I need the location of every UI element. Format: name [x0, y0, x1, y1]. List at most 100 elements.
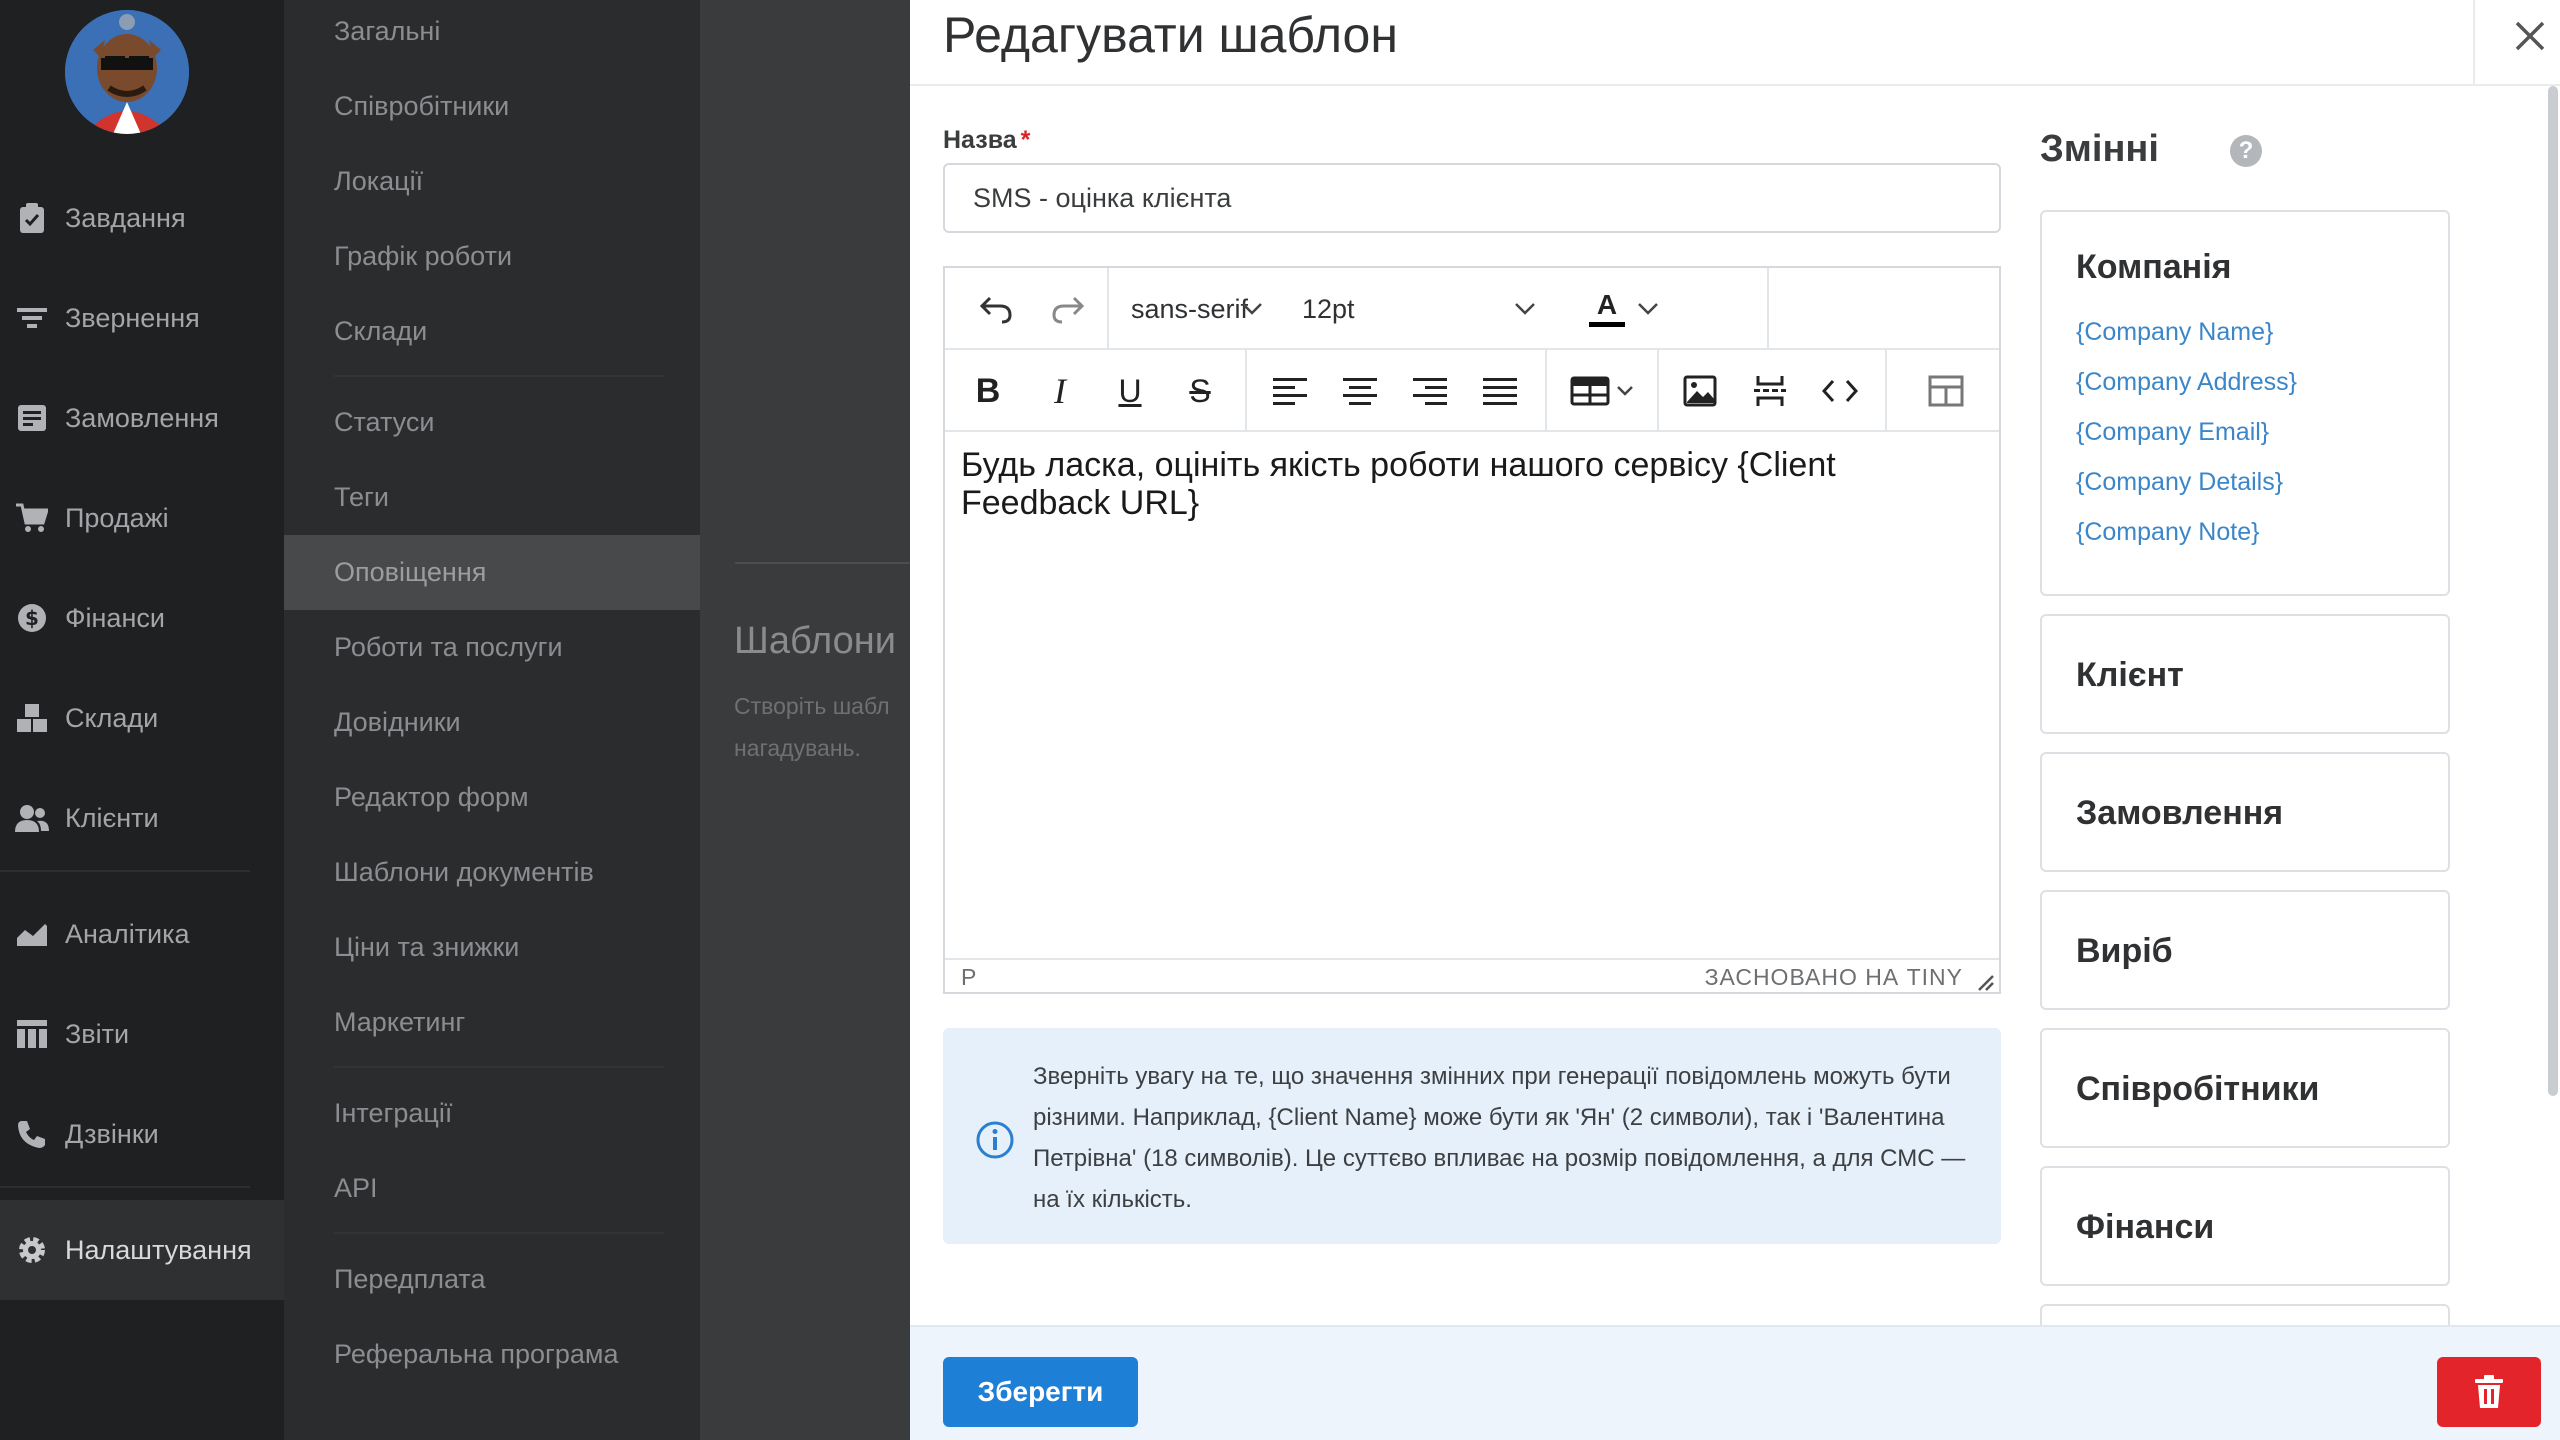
page-break-button[interactable]: [1745, 366, 1795, 416]
variable-company-details[interactable]: {Company Details}: [2076, 468, 2283, 497]
nav-item-label: Замовлення: [65, 402, 219, 433]
variable-company-address[interactable]: {Company Address}: [2076, 368, 2297, 397]
nav-item-calls[interactable]: Дзвінки: [0, 1084, 284, 1184]
variable-company-email[interactable]: {Company Email}: [2076, 418, 2269, 447]
close-button[interactable]: [2500, 6, 2560, 66]
bold-button[interactable]: B: [963, 366, 1013, 416]
users-icon: [15, 801, 49, 835]
settings-item-employees[interactable]: Співробітники: [284, 69, 700, 144]
settings-item-locations[interactable]: Локації: [284, 144, 700, 219]
nav-item-label: Склади: [65, 702, 159, 733]
table-icon: [1570, 376, 1633, 406]
settings-item-api[interactable]: API: [284, 1151, 700, 1226]
variable-group-product[interactable]: Виріб: [2040, 890, 2450, 1010]
nav-item-tasks[interactable]: Завдання: [0, 168, 284, 268]
nav-item-warehouses[interactable]: Склади: [0, 668, 284, 768]
required-asterisk: *: [1020, 126, 1031, 154]
font-family-select[interactable]: sans-serif: [1131, 284, 1265, 334]
layout-grid-icon: [1928, 375, 1964, 407]
variable-company-name[interactable]: {Company Name}: [2076, 318, 2273, 347]
modal-header: Редагувати шаблон: [910, 0, 2560, 86]
help-icon[interactable]: ?: [2230, 135, 2262, 167]
variable-group-order[interactable]: Замовлення: [2040, 752, 2450, 872]
variable-company-note[interactable]: {Company Note}: [2076, 518, 2259, 547]
settings-item-label: Редактор форм: [334, 782, 529, 812]
settings-item-subscription[interactable]: Передплата: [284, 1242, 700, 1317]
element-path[interactable]: P: [961, 964, 976, 991]
settings-item-prices[interactable]: Ціни та знижки: [284, 910, 700, 985]
editor-toolbar-formatting: B I U S: [945, 350, 1999, 432]
user-avatar[interactable]: [65, 10, 189, 134]
order-card-icon: [15, 401, 49, 435]
settings-item-notifications[interactable]: Оповіщення: [284, 535, 700, 610]
justify-button[interactable]: [1475, 366, 1525, 416]
align-center-button[interactable]: [1335, 366, 1385, 416]
code-icon: [1822, 379, 1858, 403]
nav-item-settings[interactable]: Налаштування: [0, 1200, 284, 1300]
resize-handle-icon[interactable]: [1973, 970, 1995, 992]
source-code-button[interactable]: [1815, 366, 1865, 416]
settings-item-dictionaries[interactable]: Довідники: [284, 685, 700, 760]
align-right-button[interactable]: [1405, 366, 1455, 416]
align-left-button[interactable]: [1265, 366, 1315, 416]
undo-button[interactable]: [971, 284, 1021, 334]
editor-content[interactable]: Будь ласка, оцініть якість роботи нашого…: [945, 432, 1999, 952]
background-page-description: Створіть шабл нагадувань.: [734, 685, 910, 769]
nav-item-requests[interactable]: Звернення: [0, 268, 284, 368]
nav-item-reports[interactable]: Звіти: [0, 984, 284, 1084]
settings-item-label: API: [334, 1173, 378, 1203]
text-color-dropdown[interactable]: [1631, 284, 1665, 334]
align-justify-icon: [1483, 378, 1517, 405]
text-color-button[interactable]: A: [1585, 284, 1629, 334]
settings-item-schedule[interactable]: Графік роботи: [284, 219, 700, 294]
settings-item-form-editor[interactable]: Редактор форм: [284, 760, 700, 835]
strikethrough-button[interactable]: S: [1175, 366, 1225, 416]
redo-button[interactable]: [1043, 284, 1093, 334]
nav-item-analytics[interactable]: Аналітика: [0, 884, 284, 984]
variable-group-more[interactable]: [2040, 1304, 2450, 1325]
modal-scrollbar[interactable]: [2548, 86, 2558, 1096]
header-divider: [2473, 0, 2475, 86]
editor-brand-link[interactable]: ЗАСНОВАНО НА TINY: [1705, 964, 1963, 991]
settings-item-label: Графік роботи: [334, 241, 513, 271]
settings-divider: [334, 1232, 664, 1234]
nav-item-clients[interactable]: Клієнти: [0, 768, 284, 868]
template-name-input[interactable]: [943, 163, 2001, 233]
variable-group-title: Виріб: [2076, 932, 2173, 970]
settings-item-label: Локації: [334, 166, 424, 196]
filter-lines-icon: [15, 301, 49, 335]
settings-item-tags[interactable]: Теги: [284, 460, 700, 535]
delete-button[interactable]: [2437, 1357, 2541, 1427]
underline-button[interactable]: U: [1105, 366, 1155, 416]
nav-item-label: Налаштування: [65, 1234, 252, 1265]
settings-divider: [334, 1066, 664, 1068]
nav-item-label: Фінанси: [65, 602, 165, 633]
italic-button[interactable]: I: [1035, 366, 1085, 416]
settings-item-referral[interactable]: Реферальна програма: [284, 1317, 700, 1392]
insert-image-button[interactable]: [1675, 366, 1725, 416]
nav-item-label: Клієнти: [65, 802, 159, 833]
table-button[interactable]: [1565, 366, 1645, 416]
undo-icon: [979, 296, 1012, 324]
settings-item-integrations[interactable]: Інтеграції: [284, 1076, 700, 1151]
nav-item-finance[interactable]: $ Фінанси: [0, 568, 284, 668]
nav-item-sales[interactable]: Продажі: [0, 468, 284, 568]
template-blocks-button[interactable]: [1921, 366, 1971, 416]
settings-item-warehouses[interactable]: Склади: [284, 294, 700, 369]
font-size-select[interactable]: 12pt: [1302, 284, 1538, 334]
save-button[interactable]: Зберегти: [943, 1357, 1138, 1427]
settings-item-doc-templates[interactable]: Шаблони документів: [284, 835, 700, 910]
font-size-value: 12pt: [1302, 293, 1355, 324]
cart-icon: [15, 501, 49, 535]
settings-item-general[interactable]: Загальні: [284, 0, 700, 69]
variable-group-finance[interactable]: Фінанси: [2040, 1166, 2450, 1286]
settings-item-services[interactable]: Роботи та послуги: [284, 610, 700, 685]
variable-group-employees[interactable]: Співробітники: [2040, 1028, 2450, 1148]
variable-group-client[interactable]: Клієнт: [2040, 614, 2450, 734]
settings-item-statuses[interactable]: Статуси: [284, 385, 700, 460]
settings-item-marketing[interactable]: Маркетинг: [284, 985, 700, 1060]
nav-item-orders[interactable]: Замовлення: [0, 368, 284, 468]
boxes-icon: [15, 701, 49, 735]
svg-text:$: $: [25, 606, 39, 630]
settings-item-label: Теги: [334, 482, 389, 512]
